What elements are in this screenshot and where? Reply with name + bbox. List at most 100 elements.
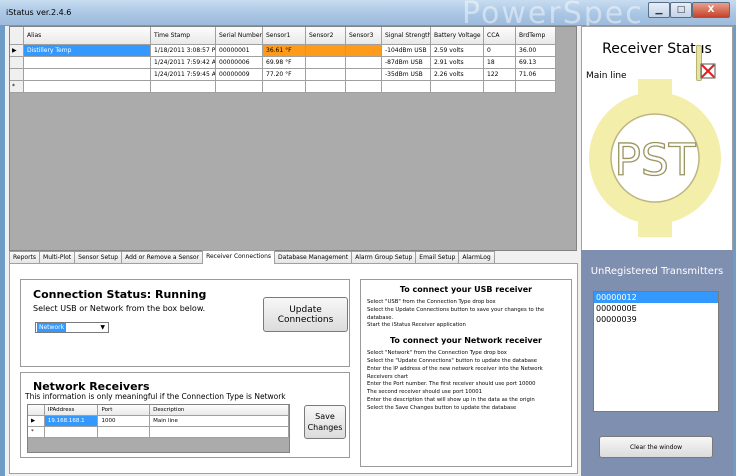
unregistered-transmitters-panel: UnRegistered Transmitters 00000012 00000… [581, 250, 733, 476]
network-receivers-group: Network Receivers This information is on… [20, 372, 350, 458]
cell-signal[interactable]: -87dBm USB [382, 57, 431, 69]
cell-timestamp[interactable]: 1/24/2011 7:59:42 AM [151, 57, 216, 69]
cell-port[interactable] [98, 427, 151, 438]
cell-serial[interactable]: 00000009 [216, 69, 263, 81]
cell-alias[interactable] [24, 81, 151, 93]
cell-cca[interactable]: 18 [484, 57, 516, 69]
cell-sensor2[interactable] [306, 45, 346, 57]
connection-type-dropdown[interactable]: Network ▼ [35, 322, 109, 333]
column-header-sensor3[interactable]: Sensor3 [346, 27, 382, 45]
cell-cca[interactable]: 0 [484, 45, 516, 57]
unregistered-list[interactable]: 00000012 0000000E 00000039 [593, 291, 719, 412]
table-row[interactable]: 1/24/2011 7:59:45 AM 00000009 77.20 °F -… [10, 69, 576, 81]
table-row[interactable]: ▶ 19.168.168.1 1000 Main line [28, 416, 289, 427]
cell-description[interactable] [150, 427, 289, 438]
cell-timestamp[interactable]: 1/24/2011 7:59:45 AM [151, 69, 216, 81]
sensor-grid[interactable]: Alias Time Stamp Serial Number Sensor1 S… [9, 26, 577, 251]
cell-sensor2[interactable] [306, 69, 346, 81]
connection-status-heading: Connection Status: Running [33, 288, 207, 301]
cell-battery[interactable]: 2.91 volts [431, 57, 484, 69]
column-header-ipaddress[interactable]: IPAddress [44, 405, 99, 416]
cell-sensor3[interactable] [346, 69, 382, 81]
column-header-timestamp[interactable]: Time Stamp [151, 27, 216, 45]
list-item[interactable]: 00000039 [594, 314, 718, 325]
list-item[interactable]: 0000000E [594, 303, 718, 314]
close-button[interactable]: X [692, 2, 730, 18]
cell-serial[interactable]: 00000001 [216, 45, 263, 57]
usb-instructions-heading: To connect your USB receiver [399, 285, 533, 294]
column-header-serial[interactable]: Serial Number [216, 27, 263, 45]
network-instruction-line: Select the Save Changes button to update… [367, 404, 517, 411]
cell-sensor3[interactable] [346, 81, 382, 93]
new-row[interactable]: * [10, 81, 576, 93]
cell-alias[interactable] [24, 69, 151, 81]
grid-header-row: Alias Time Stamp Serial Number Sensor1 S… [10, 27, 576, 45]
cell-sensor3[interactable] [346, 57, 382, 69]
pst-logo-icon: PST [589, 79, 721, 237]
minimize-button[interactable]: ▁ [648, 2, 670, 18]
new-row-indicator[interactable]: * [28, 427, 45, 438]
row-indicator[interactable] [10, 69, 24, 81]
cell-brdtemp[interactable]: 71.06 [516, 69, 556, 81]
cell-sensor3[interactable] [346, 45, 382, 57]
maximize-button[interactable]: □ [670, 2, 692, 18]
cell-brdtemp[interactable]: 69.13 [516, 57, 556, 69]
column-header-description[interactable]: Description [150, 405, 289, 416]
cell-sensor1[interactable]: 77.20 °F [263, 69, 306, 81]
column-header-sensor1[interactable]: Sensor1 [263, 27, 306, 45]
cell-alias[interactable]: Distillery Temp [24, 45, 151, 57]
window-title: iStatus ver.2.4.6 [6, 8, 72, 17]
cell-sensor1[interactable]: 69.98 °F [263, 57, 306, 69]
cell-sensor2[interactable] [306, 57, 346, 69]
new-row-indicator[interactable]: * [10, 81, 24, 93]
row-indicator[interactable] [10, 57, 24, 69]
column-header-alias[interactable]: Alias [24, 27, 151, 45]
cell-signal[interactable]: -104dBm USB [382, 45, 431, 57]
new-row[interactable]: * [28, 427, 289, 438]
cell-ipaddress[interactable] [44, 427, 99, 438]
column-header-brdtemp[interactable]: BrdTemp [516, 27, 556, 45]
row-header-corner [10, 27, 24, 45]
clear-window-button[interactable]: Clear the window [599, 436, 713, 458]
cell-sensor1[interactable] [263, 81, 306, 93]
cell-sensor1[interactable]: 36.61 °F [263, 45, 306, 57]
chevron-down-icon[interactable]: ▼ [100, 325, 105, 331]
cell-sensor2[interactable] [306, 81, 346, 93]
table-row[interactable]: 1/24/2011 7:59:42 AM 00000006 69.98 °F -… [10, 57, 576, 69]
network-grid-header-row: IPAddress Port Description [28, 405, 289, 416]
cell-battery[interactable]: 2.59 volts [431, 45, 484, 57]
cell-cca[interactable]: 122 [484, 69, 516, 81]
cell-port[interactable]: 1000 [98, 416, 151, 427]
cell-timestamp[interactable] [151, 81, 216, 93]
list-item[interactable]: 00000012 [594, 292, 718, 303]
cell-brdtemp[interactable] [516, 81, 556, 93]
save-changes-button[interactable]: Save Changes [304, 405, 346, 439]
cell-alias[interactable] [24, 57, 151, 69]
cell-description[interactable]: Main line [150, 416, 289, 427]
column-header-cca[interactable]: CCA [484, 27, 516, 45]
pst-logo-text: PST [614, 135, 695, 186]
cell-battery[interactable] [431, 81, 484, 93]
column-header-signal[interactable]: Signal Strength [382, 27, 431, 45]
tab-receiver-connections[interactable]: Receiver Connections [202, 250, 276, 264]
cell-ipaddress[interactable]: 19.168.168.1 [44, 416, 99, 427]
update-connections-button[interactable]: Update Connections [263, 297, 348, 332]
network-receivers-grid[interactable]: IPAddress Port Description ▶ 19.168.168.… [27, 404, 290, 453]
cell-signal[interactable]: -35dBm USB [382, 69, 431, 81]
cell-brdtemp[interactable]: 36.00 [516, 45, 556, 57]
column-header-battery[interactable]: Battery Voltage [431, 27, 484, 45]
cell-cca[interactable] [484, 81, 516, 93]
column-header-sensor2[interactable]: Sensor2 [306, 27, 346, 45]
cell-signal[interactable] [382, 81, 431, 93]
row-indicator[interactable]: ▶ [10, 45, 24, 57]
cell-timestamp[interactable]: 1/18/2011 3:08:57 PM [151, 45, 216, 57]
table-row[interactable]: ▶ Distillery Temp 1/18/2011 3:08:57 PM 0… [10, 45, 576, 57]
cell-serial[interactable] [216, 81, 263, 93]
network-instruction-line: The second receiver should use port 1000… [367, 389, 483, 396]
cell-battery[interactable]: 2.26 volts [431, 69, 484, 81]
row-indicator[interactable]: ▶ [28, 416, 45, 427]
disconnected-x-icon [700, 63, 716, 79]
cell-serial[interactable]: 00000006 [216, 57, 263, 69]
receiver-connections-page: Connection Status: Running Select USB or… [9, 263, 578, 474]
column-header-port[interactable]: Port [98, 405, 151, 416]
